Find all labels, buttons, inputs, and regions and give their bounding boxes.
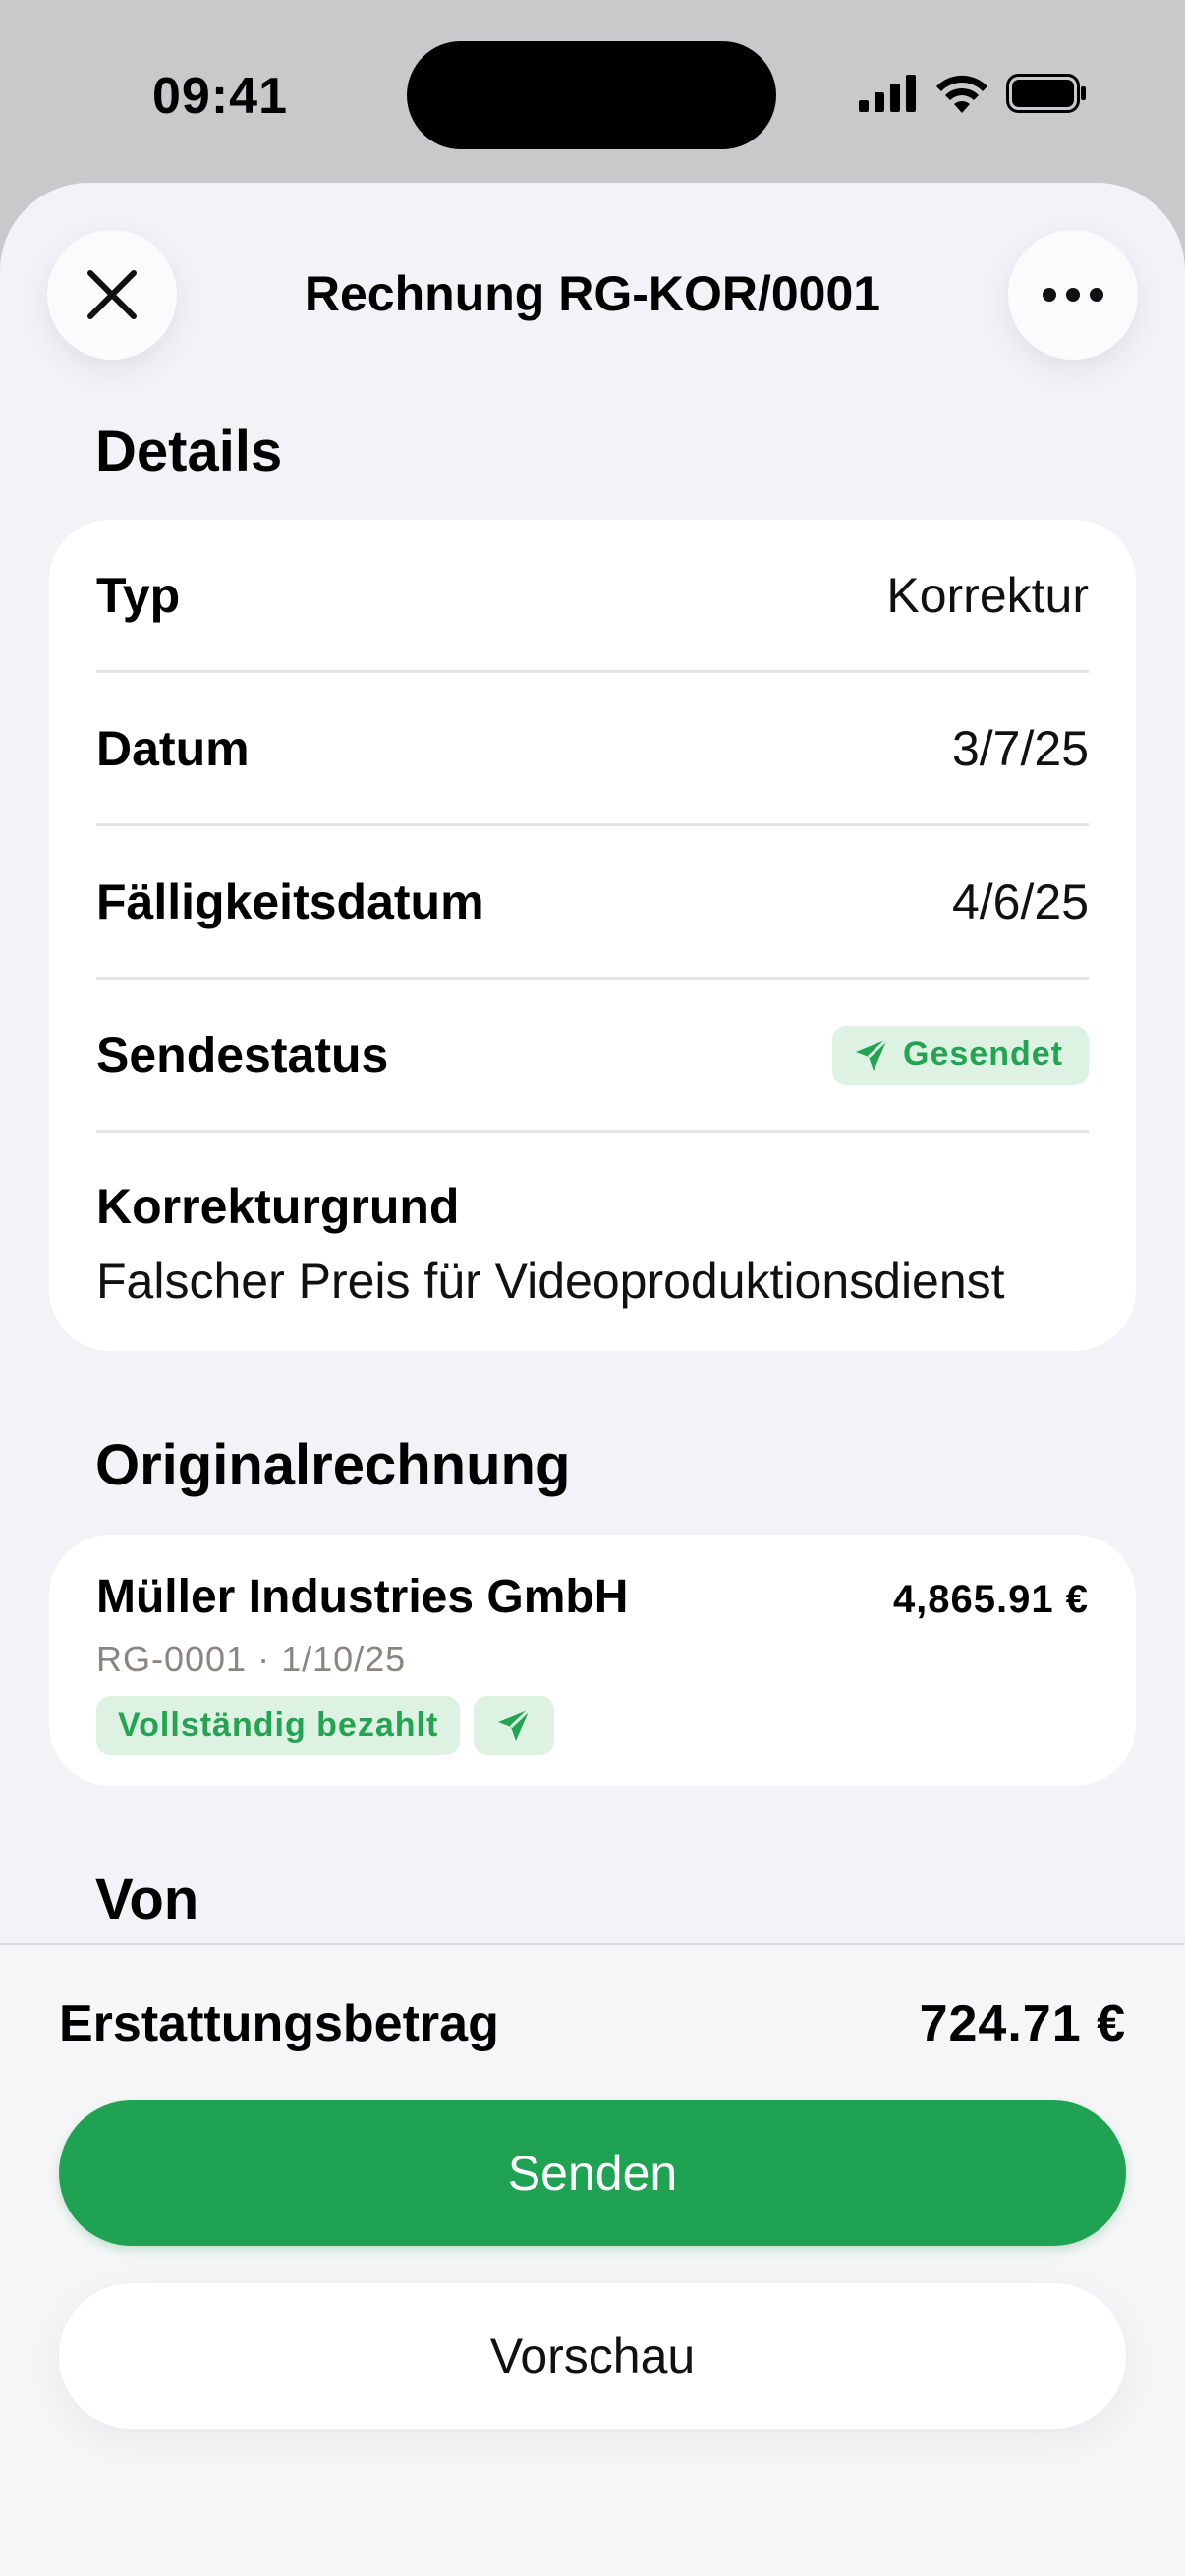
status-icons [859,69,1087,118]
send-button[interactable]: Senden [59,2100,1126,2246]
ellipsis-icon [1043,288,1103,302]
original-customer-name: Müller Industries GmbH [96,1571,629,1623]
preview-button[interactable]: Vorschau [59,2283,1126,2429]
original-section-title: Originalrechnung [95,1433,571,1497]
details-section-title: Details [95,420,283,483]
more-button[interactable] [1008,230,1138,360]
sent-status-badge: Gesendet [832,1025,1089,1085]
details-card: Typ Korrektur Datum 3/7/25 Fälligkeitsda… [49,520,1136,1351]
bottom-action-panel: Erstattungsbetrag 724.71 € Senden Vorsch… [0,1943,1185,2576]
detail-row-type: Typ Korrektur [96,520,1089,673]
detail-row-date: Datum 3/7/25 [96,673,1089,826]
detail-value: 4/6/25 [951,873,1089,929]
detail-label: Typ [96,567,181,623]
sent-badge [474,1696,555,1755]
paperplane-icon [498,1708,532,1741]
dynamic-island [407,41,776,149]
detail-value: 3/7/25 [951,720,1089,776]
correction-reason-text: Falscher Preis für Videoproduktionsdiens… [96,1254,1005,1309]
battery-icon [1006,74,1086,113]
detail-label: Datum [96,720,250,776]
correction-reason: Korrekturgrund Falscher Preis für Videop… [96,1133,1089,1310]
from-section-title: Von [95,1868,199,1932]
detail-value: Korrektur [886,567,1089,623]
status-time: 09:41 [152,68,288,125]
detail-row-send-status: Sendestatus Gesendet [96,980,1089,1133]
wifi-icon [936,75,988,113]
paperplane-icon [856,1037,889,1071]
refund-label: Erstattungsbetrag [59,1995,499,2052]
original-meta: RG-0001 · 1/10/25 [96,1639,407,1679]
sent-status-text: Gesendet [903,1036,1063,1073]
status-bar: 09:41 [0,0,1185,187]
detail-row-due-date: Fälligkeitsdatum 4/6/25 [96,826,1089,980]
original-invoice-card[interactable]: Müller Industries GmbH 4,865.91 € RG-000… [49,1535,1136,1786]
refund-amount: 724.71 € [919,1995,1126,2052]
correction-reason-label: Korrekturgrund [96,1179,460,1234]
detail-label: Fälligkeitsdatum [96,873,484,929]
detail-label: Sendestatus [96,1027,389,1083]
original-amount: 4,865.91 € [892,1578,1089,1621]
paid-badge: Vollständig bezahlt [96,1696,461,1755]
cellular-signal-icon [859,75,916,112]
